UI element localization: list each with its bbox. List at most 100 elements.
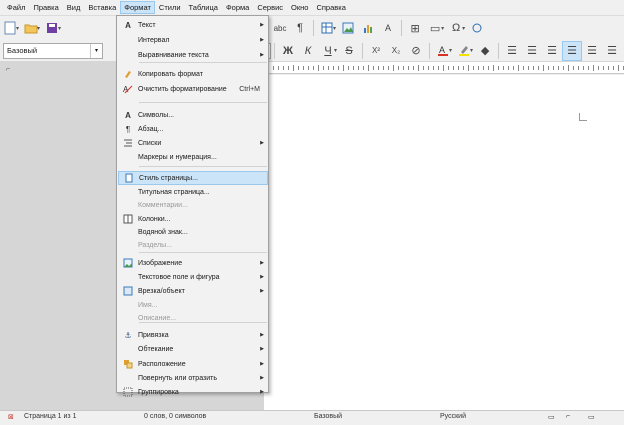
clear-formatting-icon[interactable]: ⊘ <box>406 41 426 61</box>
insert-textbox-icon[interactable]: A <box>378 18 398 38</box>
format-menu-item[interactable]: Разделы... <box>118 238 268 252</box>
status-word-count[interactable]: 0 слов, 0 символов <box>144 413 206 420</box>
format-menu-item[interactable]: Текстовое поле и фигура ▶ <box>118 270 268 284</box>
format-menu-item[interactable]: Описание... <box>118 311 268 325</box>
paragraph-style-value: Базовый <box>7 46 38 55</box>
status-bar: ⊠ Страница 1 из 1 0 слов, 0 символов Баз… <box>0 410 624 425</box>
format-menu-item[interactable]: A Текст ▶ <box>118 18 268 32</box>
special-char-dropdown-icon[interactable]: ▾ <box>462 25 465 32</box>
menu-view[interactable]: Вид <box>63 1 85 14</box>
ruler-tick <box>593 65 594 71</box>
font-color-dropdown-icon[interactable]: ▾ <box>449 47 452 54</box>
menu-form[interactable]: Форма <box>222 1 253 14</box>
ruler-tick <box>498 66 499 70</box>
format-menu-item[interactable]: Водяной знак... <box>118 225 268 239</box>
save-dropdown-icon[interactable]: ▾ <box>58 25 61 32</box>
page-icon <box>119 173 139 183</box>
horizontal-ruler[interactable] <box>264 62 624 74</box>
insert-page-break-icon[interactable]: ⊞ <box>405 18 425 38</box>
ruler-tick <box>273 66 274 70</box>
align-right-icon[interactable]: ☰ <box>542 41 562 61</box>
open-dropdown-icon[interactable]: ▾ <box>37 25 40 32</box>
bold-button[interactable]: Ж <box>278 41 298 61</box>
status-page-count[interactable]: Страница 1 из 1 <box>24 413 76 420</box>
format-menu-item[interactable]: ¶ Абзац... <box>118 122 268 136</box>
format-menu-item[interactable]: Выравнивание текста ▶ <box>118 48 268 62</box>
format-menu-item-label: Обтекание <box>138 345 174 353</box>
char-highlight-icon[interactable]: ◆ <box>475 41 495 61</box>
subscript-button[interactable]: X₂ <box>386 41 406 61</box>
digital-signature-icon[interactable]: ▭ <box>588 413 595 421</box>
align-justify-icon[interactable]: ☰ <box>562 40 583 61</box>
menu-tools[interactable]: Сервис <box>253 1 287 14</box>
format-menu-item-label: Колонки... <box>138 215 171 223</box>
clear-format-icon: A <box>118 84 138 94</box>
insert-image-icon[interactable] <box>338 18 358 38</box>
format-menu-item[interactable]: Имя... <box>118 298 268 312</box>
table-dropdown-icon[interactable]: ▾ <box>333 25 336 32</box>
menu-help[interactable]: Справка <box>312 1 349 14</box>
field-dropdown-icon[interactable]: ▾ <box>441 25 444 32</box>
format-menu-item[interactable]: Копировать формат <box>118 67 268 81</box>
format-menu-item[interactable]: Стиль страницы... <box>118 171 268 185</box>
ruler-tick <box>363 66 364 70</box>
italic-button[interactable]: К <box>298 41 318 61</box>
strikethrough-button[interactable]: S <box>339 41 359 61</box>
menu-format[interactable]: Формат <box>120 1 155 14</box>
paintbrush-icon <box>118 69 138 79</box>
status-page-style[interactable]: Базовый <box>314 413 342 420</box>
paragraph-style-select[interactable]: Базовый ▾ <box>3 42 103 59</box>
chevron-down-icon[interactable]: ▾ <box>90 43 102 58</box>
format-menu-item[interactable]: Обтекание ▶ <box>118 342 268 356</box>
align-left-icon[interactable]: ☰ <box>502 41 522 61</box>
ruler-tick <box>413 66 414 70</box>
format-menu-item[interactable]: Колонки... <box>118 212 268 226</box>
ruler-tick <box>403 66 404 70</box>
format-menu-item[interactable]: Врезка/объект ▶ <box>118 284 268 298</box>
menu-table[interactable]: Таблица <box>185 1 222 14</box>
format-menu-item[interactable]: Расположение ▶ <box>118 357 268 371</box>
format-menu-item[interactable]: A Символы... <box>118 108 268 122</box>
menu-edit[interactable]: Правка <box>29 1 62 14</box>
format-menu-item[interactable]: A Очистить форматирование Ctrl+M <box>118 82 268 96</box>
paragraph-spacing-icon[interactable]: ☰ <box>602 41 622 61</box>
superscript-button[interactable]: X² <box>366 41 386 61</box>
format-menu-item[interactable]: Изображение ▶ <box>118 256 268 270</box>
menu-window[interactable]: Окно <box>287 1 312 14</box>
format-menu-item[interactable]: Титульная страница... <box>118 185 268 199</box>
format-menu-item[interactable]: Списки ▶ <box>118 136 268 150</box>
ruler-tick <box>278 66 279 70</box>
formatting-marks-icon[interactable]: ¶ <box>290 18 310 38</box>
format-menu-item[interactable]: Группировка ▶ <box>118 385 268 399</box>
ruler-tick <box>458 66 459 70</box>
placeholder-btn-icon[interactable] <box>63 18 83 38</box>
status-language[interactable]: Русский <box>440 413 466 420</box>
document-page[interactable] <box>264 75 624 410</box>
insert-chart-icon[interactable] <box>358 18 378 38</box>
insert-mode-icon[interactable]: ▭ <box>548 413 555 421</box>
underline-dropdown-icon[interactable]: ▾ <box>334 47 337 54</box>
ruler-tick <box>438 66 439 70</box>
format-menu-item[interactable]: Маркеры и нумерация... <box>118 150 268 164</box>
format-menu-item[interactable]: Интервал ▶ <box>118 33 268 47</box>
spellcheck-icon[interactable]: abc <box>270 18 290 38</box>
insert-link-icon[interactable] <box>467 18 487 38</box>
format-menu-item-label: Врезка/объект <box>138 287 185 295</box>
format-menu-item[interactable]: Комментарии... <box>118 198 268 212</box>
ruler-tick <box>568 65 569 71</box>
selection-mode-icon[interactable]: ⌐ <box>566 413 570 420</box>
line-spacing-icon[interactable]: ☰ <box>582 41 602 61</box>
highlight-dropdown-icon[interactable]: ▾ <box>470 47 473 54</box>
new-dropdown-icon[interactable]: ▾ <box>16 25 19 32</box>
ruler-tick <box>383 66 384 70</box>
submenu-arrow-icon: ▶ <box>260 22 264 28</box>
format-menu-item[interactable]: ⚓ Привязка ▶ <box>118 328 268 342</box>
menu-styles[interactable]: Стили <box>155 1 185 14</box>
menu-file[interactable]: Файл <box>3 1 29 14</box>
align-center-icon[interactable]: ☰ <box>522 41 542 61</box>
format-menu-item[interactable]: Повернуть или отразить ▶ <box>118 371 268 385</box>
paragraph-icon: ¶ <box>125 124 131 134</box>
ruler-tick <box>283 66 284 70</box>
anchor-icon: ⚓ <box>124 330 132 340</box>
menu-insert[interactable]: Вставка <box>84 1 120 14</box>
